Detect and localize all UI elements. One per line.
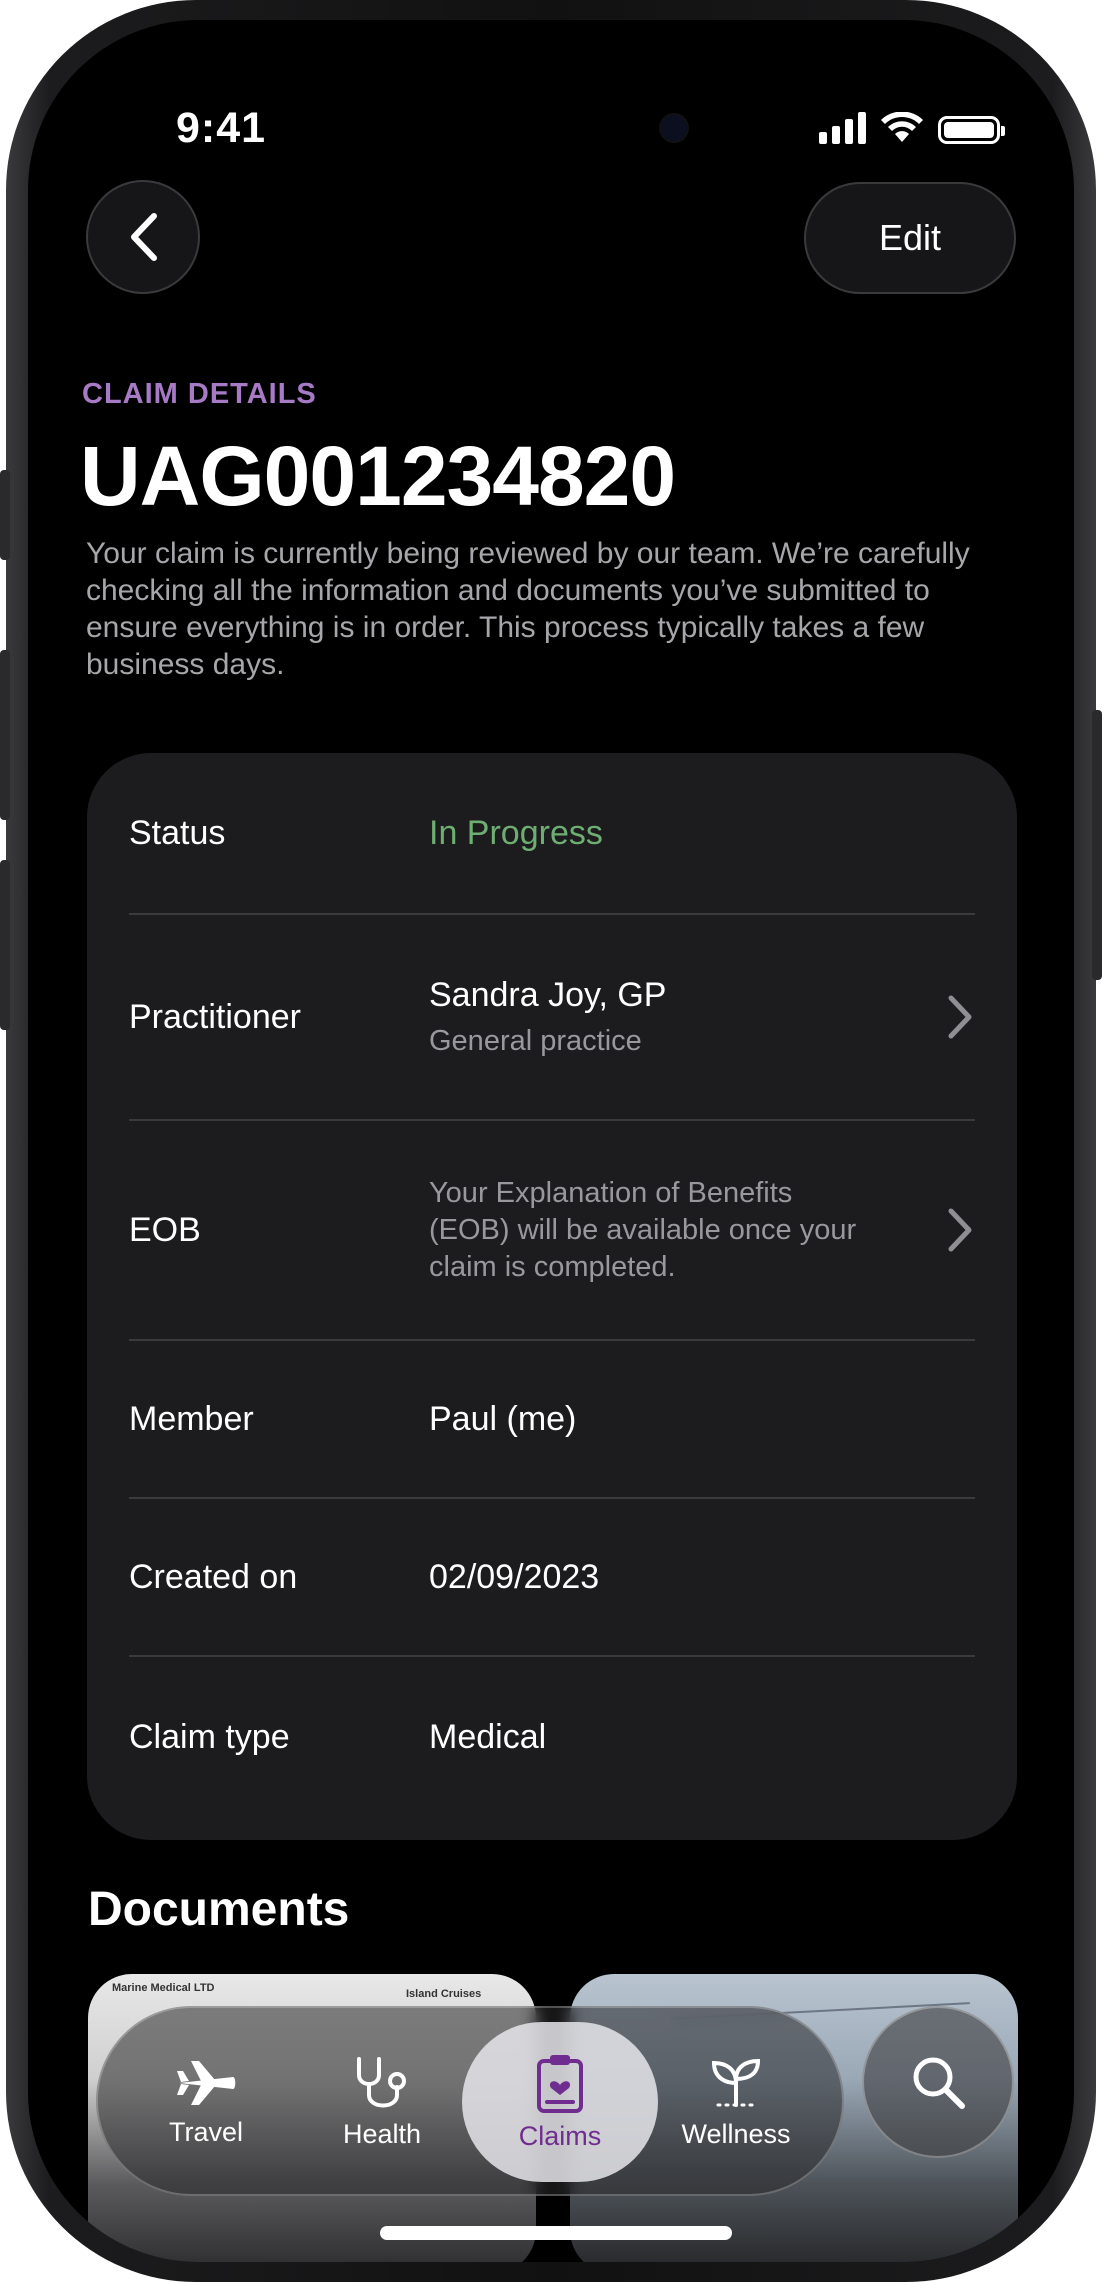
practitioner-label: Practitioner <box>129 997 301 1036</box>
volume-down-button <box>0 860 10 1030</box>
claim-id-title: UAG001234820 <box>80 429 676 523</box>
eob-label: EOB <box>129 1210 201 1249</box>
back-button[interactable] <box>86 180 200 294</box>
status-row: Status In Progress <box>129 753 975 915</box>
volume-up-button <box>0 650 10 820</box>
sprout-icon <box>711 2058 761 2107</box>
documents-heading: Documents <box>88 1883 350 1936</box>
screen: 9:41 Edit CLAIM DETAILS UAG001234820 You… <box>28 20 1074 2262</box>
claim-type-row: Claim type Medical <box>129 1657 975 1817</box>
practitioner-specialty: General practice <box>429 1025 642 1057</box>
tab-travel[interactable]: Travel <box>108 2022 304 2182</box>
claim-type-label: Claim type <box>129 1717 290 1756</box>
stethoscope-icon <box>357 2056 406 2107</box>
eob-text: Your Explanation of Benefits (EOB) will … <box>429 1176 857 1283</box>
tab-bar: Travel Health Claims Wellness <box>96 2006 844 2196</box>
chevron-right-icon <box>948 995 972 1039</box>
power-button <box>1092 710 1102 980</box>
claim-details-card: Status In Progress Practitioner Sandra J… <box>87 753 1017 1840</box>
home-indicator[interactable] <box>380 2226 732 2240</box>
claim-type-value: Medical <box>429 1717 547 1756</box>
wifi-icon <box>881 112 923 142</box>
tab-wellness-label: Wellness <box>681 2118 791 2149</box>
status-time: 9:41 <box>176 104 267 152</box>
airplane-icon <box>177 2060 236 2105</box>
eob-value: Your Explanation of Benefits (EOB) will … <box>429 1175 945 1286</box>
practitioner-name: Sandra Joy, GP <box>429 976 667 1014</box>
member-label: Member <box>129 1399 254 1438</box>
document-header-left: Marine Medical LTD <box>112 1982 215 1994</box>
created-on-label: Created on <box>129 1557 298 1596</box>
search-button[interactable] <box>862 2006 1014 2158</box>
practitioner-row[interactable]: Practitioner Sandra Joy, GP General prac… <box>129 915 975 1121</box>
status-label: Status <box>129 813 226 852</box>
tab-wellness[interactable]: Wellness <box>638 2022 834 2182</box>
status-value: In Progress <box>429 813 603 852</box>
chevron-left-icon <box>131 213 157 261</box>
created-on-value: 02/09/2023 <box>429 1557 600 1596</box>
member-row: Member Paul (me) <box>129 1341 975 1499</box>
search-icon <box>913 2057 965 2109</box>
action-button <box>0 470 10 560</box>
tab-claims-label: Claims <box>518 2120 602 2151</box>
clipboard-icon <box>537 2054 583 2113</box>
battery-icon <box>938 116 1005 144</box>
document-header-right: Island Cruises <box>406 1988 482 2000</box>
tab-health-label: Health <box>342 2118 422 2149</box>
created-on-row: Created on 02/09/2023 <box>129 1499 975 1657</box>
claim-description: Your claim is currently being reviewed b… <box>86 537 970 681</box>
phone-frame: 9:41 Edit CLAIM DETAILS UAG001234820 You… <box>0 0 1102 2282</box>
status-icons <box>819 112 1005 144</box>
tab-claims[interactable]: Claims <box>462 2022 658 2182</box>
front-camera <box>661 115 687 141</box>
eob-row[interactable]: EOB Your Explanation of Benefits (EOB) w… <box>129 1121 975 1341</box>
cellular-signal-icon <box>819 112 866 144</box>
tab-travel-label: Travel <box>168 2116 243 2147</box>
tab-health[interactable]: Health <box>284 2022 480 2182</box>
claim-details-eyebrow: CLAIM DETAILS <box>82 378 317 410</box>
edit-button[interactable]: Edit <box>804 182 1016 294</box>
member-value: Paul (me) <box>429 1399 577 1438</box>
practitioner-value: Sandra Joy, GP General practice <box>429 976 945 1058</box>
chevron-right-icon <box>948 1208 972 1252</box>
